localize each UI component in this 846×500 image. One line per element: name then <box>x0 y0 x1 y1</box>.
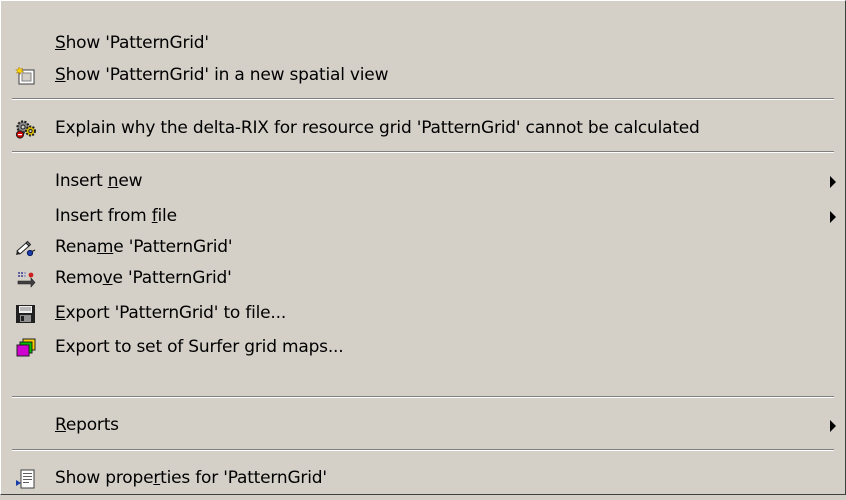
menu-item-label: Show 'PatternGrid' <box>55 33 209 53</box>
menu-item-label: Show 'PatternGrid' in a new spatial view <box>55 65 389 85</box>
menu-item-remove[interactable]: Remove 'PatternGrid' <box>2 262 844 294</box>
menu-item-label: Export to set of Surfer grid maps... <box>55 337 344 357</box>
menu-item-show-in-new-spatial-view[interactable]: Show 'PatternGrid' in a new spatial view <box>2 59 844 91</box>
menu-item-label: Export 'PatternGrid' to file... <box>55 303 287 323</box>
menu-item-explain-delta-rix[interactable]: Explain why the delta-RIX for resource g… <box>2 112 844 144</box>
submenu-arrow-icon <box>830 420 836 432</box>
menu-separator <box>12 98 834 100</box>
menu-item-label: Show properties for 'PatternGrid' <box>55 468 327 488</box>
menu-item-rename[interactable]: Rename 'PatternGrid' <box>2 231 844 263</box>
submenu-arrow-icon <box>830 176 836 188</box>
menu-item-label: Reports <box>55 415 119 435</box>
menu-item-label: Insert from file <box>55 206 177 226</box>
submenu-arrow-icon <box>830 211 836 223</box>
menu-item-label: Explain why the delta-RIX for resource g… <box>55 118 700 138</box>
menu-separator <box>12 151 834 153</box>
new-spatial-view-icon <box>14 65 37 85</box>
properties-document-icon <box>15 468 37 489</box>
menu-item-export-surfer-grid-maps[interactable]: Export to set of Surfer grid maps... <box>2 331 844 363</box>
save-disk-icon <box>15 303 37 323</box>
menu-item-show-properties[interactable]: Show properties for 'PatternGrid' <box>2 462 844 494</box>
rename-pencil-icon <box>15 237 37 257</box>
surfer-maps-icon <box>15 337 37 357</box>
menu-item-show[interactable]: Show 'PatternGrid' <box>2 27 844 59</box>
menu-item-export-to-file[interactable]: Export 'PatternGrid' to file... <box>2 297 844 329</box>
menu-item-insert-new[interactable]: Insert new <box>2 165 844 197</box>
context-menu: Show 'PatternGrid' Show 'PatternGrid' in… <box>0 0 846 495</box>
menu-item-label: Rename 'PatternGrid' <box>55 237 233 257</box>
explain-gears-icon <box>15 118 37 139</box>
menu-item-label: Insert new <box>55 171 143 191</box>
menu-item-label: Remove 'PatternGrid' <box>55 268 232 288</box>
menu-item-insert-from-file[interactable]: Insert from file <box>2 200 844 232</box>
remove-icon <box>15 268 37 288</box>
menu-separator <box>12 396 834 398</box>
menu-item-reports[interactable]: Reports <box>2 409 844 441</box>
menu-separator <box>12 449 834 451</box>
